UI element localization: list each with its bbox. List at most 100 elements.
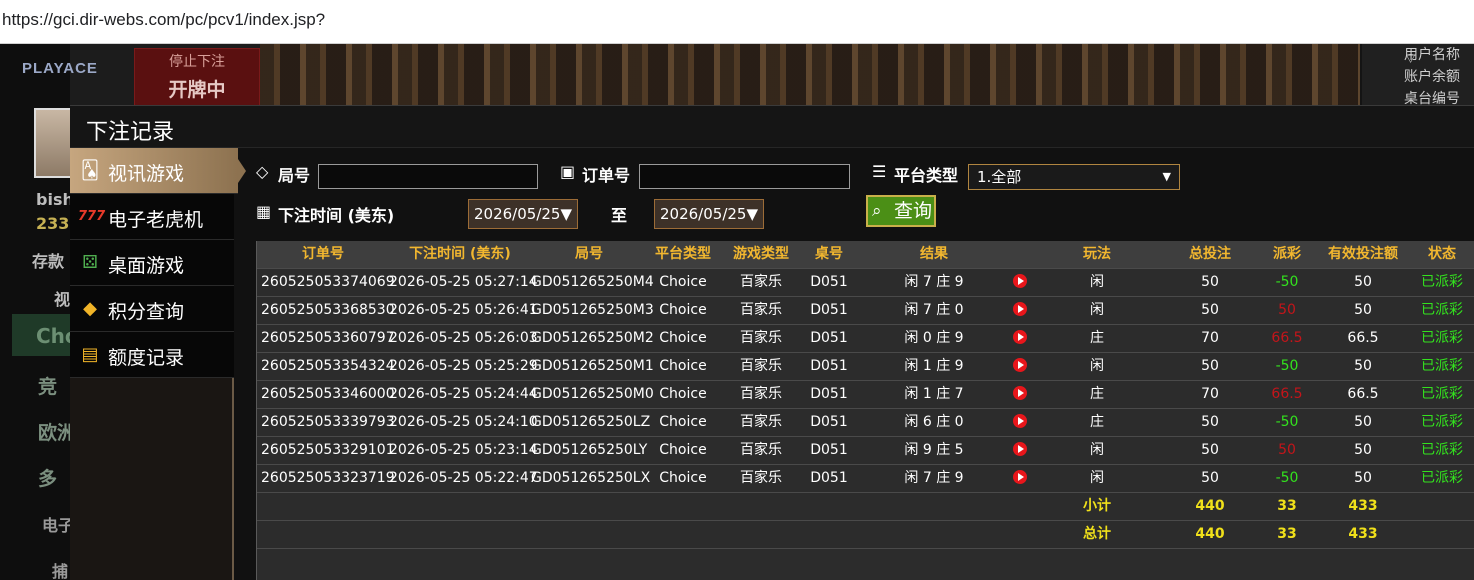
- cell-status: 已派彩: [1421, 302, 1463, 318]
- cell-valid: 50: [1354, 414, 1372, 430]
- cell-game: 百家乐: [740, 302, 782, 318]
- subtotal-row: 小计 440 33 433: [257, 493, 1474, 521]
- table-row: 260525053329101 2026-05-25 05:23:14 GD0512…: [257, 437, 1474, 465]
- cell-play: 闲: [1090, 274, 1104, 290]
- cell-order: 260525053329101: [261, 442, 395, 458]
- playace-logo: PLAYACE: [22, 60, 98, 77]
- table-row: 260525053368530 2026-05-25 05:26:41 GD0512…: [257, 297, 1474, 325]
- sidebar-filler: [70, 378, 234, 580]
- header-payout: 派彩: [1273, 246, 1301, 262]
- video-replay-icon[interactable]: [1013, 269, 1027, 296]
- cell-result: 闲 0 庄 9: [904, 330, 964, 346]
- video-replay-icon[interactable]: [1013, 381, 1027, 408]
- cell-status: 已派彩: [1421, 470, 1463, 486]
- date-from-picker[interactable]: 2026/05/25▼: [468, 199, 578, 229]
- sidebar-item-table-games[interactable]: ⚄ 桌面游戏: [70, 240, 234, 286]
- header-result: 结果: [920, 246, 948, 262]
- cell-bet: 50: [1201, 470, 1219, 486]
- cell-valid: 50: [1354, 470, 1372, 486]
- sidebar-item-slots[interactable]: 777 电子老虎机: [70, 194, 234, 240]
- video-replay-icon[interactable]: [1013, 465, 1027, 492]
- cell-payout: -50: [1275, 414, 1299, 430]
- cell-game: 百家乐: [740, 358, 782, 374]
- sidebar-item-live-video[interactable]: 🂡 视讯游戏: [70, 148, 246, 194]
- cell-bet: 50: [1201, 358, 1219, 374]
- cell-status: 已派彩: [1421, 442, 1463, 458]
- cell-payout: 66.5: [1271, 386, 1303, 402]
- header-valid: 有效投注额: [1328, 246, 1398, 262]
- query-button-label: 查询: [894, 200, 933, 222]
- cell-platform: Choice: [659, 470, 707, 486]
- header-bet: 总投注: [1189, 246, 1231, 262]
- cell-time: 2026-05-25 05:25:29: [389, 358, 538, 374]
- cell-bet: 50: [1201, 302, 1219, 318]
- header-game: 游戏类型: [733, 246, 789, 262]
- header-status: 状态: [1428, 246, 1456, 262]
- cell-result: 闲 6 庄 0: [904, 414, 964, 430]
- cell-valid: 50: [1354, 442, 1372, 458]
- sidebar-item-label: 桌面游戏: [108, 255, 185, 277]
- cell-round: GD051265250M4: [531, 274, 654, 290]
- video-replay-icon[interactable]: [1013, 325, 1027, 352]
- slot-777-icon: 777: [78, 209, 106, 224]
- header-table: 桌号: [815, 246, 843, 262]
- cell-result: 闲 7 庄 0: [904, 302, 964, 318]
- table-row: 260525053339793 2026-05-25 05:24:10 GD0512…: [257, 409, 1474, 437]
- cell-valid: 66.5: [1347, 330, 1379, 346]
- total-bet: 440: [1195, 526, 1225, 542]
- total-row: 总计 440 33 433: [257, 521, 1474, 549]
- header-play: 玩法: [1083, 246, 1111, 262]
- order-input[interactable]: [639, 164, 850, 189]
- cell-play: 闲: [1090, 442, 1104, 458]
- cell-game: 百家乐: [740, 386, 782, 402]
- cell-order: 260525053346000: [261, 386, 395, 402]
- cell-status: 已派彩: [1421, 274, 1463, 290]
- bet-record-table: 订单号 下注时间 (美东) 局号 平台类型 游戏类型 桌号 结果 玩法 总投注 …: [256, 241, 1474, 580]
- total-label: 总计: [1083, 526, 1111, 542]
- sidebar-item-points[interactable]: ◆ 积分查询: [70, 286, 234, 332]
- lobby-fishing-tab[interactable]: 捕: [52, 558, 68, 580]
- cell-round: GD051265250M0: [531, 386, 654, 402]
- playing-cards-icon: 🂡: [80, 160, 100, 181]
- cell-valid: 50: [1354, 274, 1372, 290]
- clipboard-icon: ▣: [560, 162, 576, 181]
- cell-table: D051: [810, 414, 848, 430]
- cell-game: 百家乐: [740, 274, 782, 290]
- date-to-picker[interactable]: 2026/05/25▼: [654, 199, 764, 229]
- status-stop-betting: 停止下注: [169, 54, 225, 70]
- browser-address-bar[interactable]: https://gci.dir-webs.com/pc/pcv1/index.j…: [0, 0, 1474, 44]
- query-button[interactable]: ⌕ 查询: [866, 195, 936, 227]
- lobby-video-tab[interactable]: 视: [54, 286, 70, 310]
- header-round: 局号: [575, 246, 603, 262]
- play-icon: [1013, 274, 1027, 288]
- play-icon: [1013, 330, 1027, 344]
- cell-result: 闲 7 庄 9: [904, 470, 964, 486]
- platform-select[interactable]: 1.全部 ▼: [968, 164, 1180, 190]
- cell-table: D051: [810, 470, 848, 486]
- subtotal-payout: 33: [1277, 498, 1297, 514]
- lobby-sports-tab[interactable]: 竞: [38, 372, 57, 399]
- cell-time: 2026-05-25 05:26:03: [389, 330, 538, 346]
- sidebar-item-credit[interactable]: ▤ 额度记录: [70, 332, 234, 378]
- cell-payout: -50: [1275, 274, 1299, 290]
- url-text[interactable]: https://gci.dir-webs.com/pc/pcv1/index.j…: [2, 10, 325, 30]
- cell-play: 闲: [1090, 358, 1104, 374]
- cell-time: 2026-05-25 05:26:41: [389, 302, 538, 318]
- cell-order: 260525053374069: [261, 274, 395, 290]
- cell-order: 260525053323719: [261, 470, 395, 486]
- cell-platform: Choice: [659, 302, 707, 318]
- lobby-multi-tab[interactable]: 多: [38, 464, 57, 491]
- avatar: [34, 108, 72, 178]
- cell-payout: -50: [1275, 470, 1299, 486]
- video-replay-icon[interactable]: [1013, 409, 1027, 436]
- video-replay-icon[interactable]: [1013, 353, 1027, 380]
- live-video-stage: [260, 44, 1360, 106]
- cell-play: 闲: [1090, 470, 1104, 486]
- video-replay-icon[interactable]: [1013, 297, 1027, 324]
- lobby-deposit[interactable]: 存款: [32, 248, 64, 272]
- video-replay-icon[interactable]: [1013, 437, 1027, 464]
- round-input[interactable]: [318, 164, 538, 189]
- total-valid: 433: [1348, 526, 1378, 542]
- cell-result: 闲 7 庄 9: [904, 274, 964, 290]
- cell-result: 闲 9 庄 5: [904, 442, 964, 458]
